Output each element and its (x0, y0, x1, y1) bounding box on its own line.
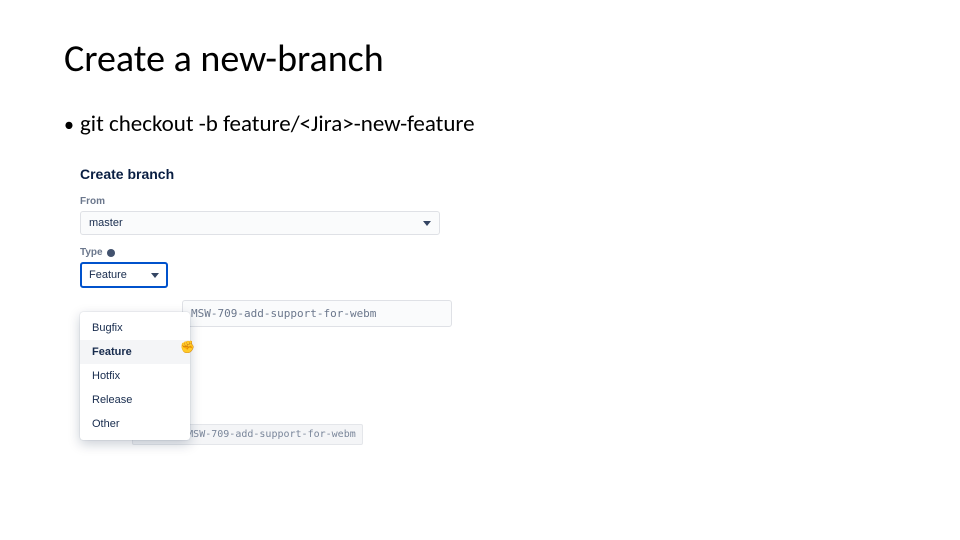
type-select[interactable]: Feature (80, 262, 168, 288)
bullet-text: git checkout -b feature/<Jira>-new-featu… (80, 110, 475, 138)
chevron-down-icon (423, 221, 431, 226)
type-option-feature[interactable]: Feature (80, 340, 190, 364)
from-label: From (80, 196, 530, 207)
type-option-other[interactable]: Other (80, 412, 190, 436)
bullet-dot-icon: • (64, 115, 74, 135)
type-label: Type (80, 247, 530, 258)
chevron-down-icon (151, 273, 159, 278)
panel-heading: Create branch (80, 166, 530, 182)
type-label-text: Type (80, 247, 103, 258)
from-select-value: master (89, 217, 123, 229)
type-select-value: Feature (89, 269, 127, 281)
slide-title: Create a new-branch (64, 36, 896, 82)
branch-name-input[interactable]: MSW-709-add-support-for-webm (182, 300, 452, 327)
create-branch-panel: Create branch From master Type Feature M… (80, 166, 530, 445)
from-select[interactable]: master (80, 211, 440, 235)
type-option-hotfix[interactable]: Hotfix (80, 364, 190, 388)
type-dropdown: Bugfix Feature Hotfix Release Other (80, 312, 190, 440)
type-option-bugfix[interactable]: Bugfix (80, 316, 190, 340)
type-option-release[interactable]: Release (80, 388, 190, 412)
info-icon (107, 249, 115, 257)
bullet-item: • git checkout -b feature/<Jira>-new-fea… (64, 110, 896, 138)
